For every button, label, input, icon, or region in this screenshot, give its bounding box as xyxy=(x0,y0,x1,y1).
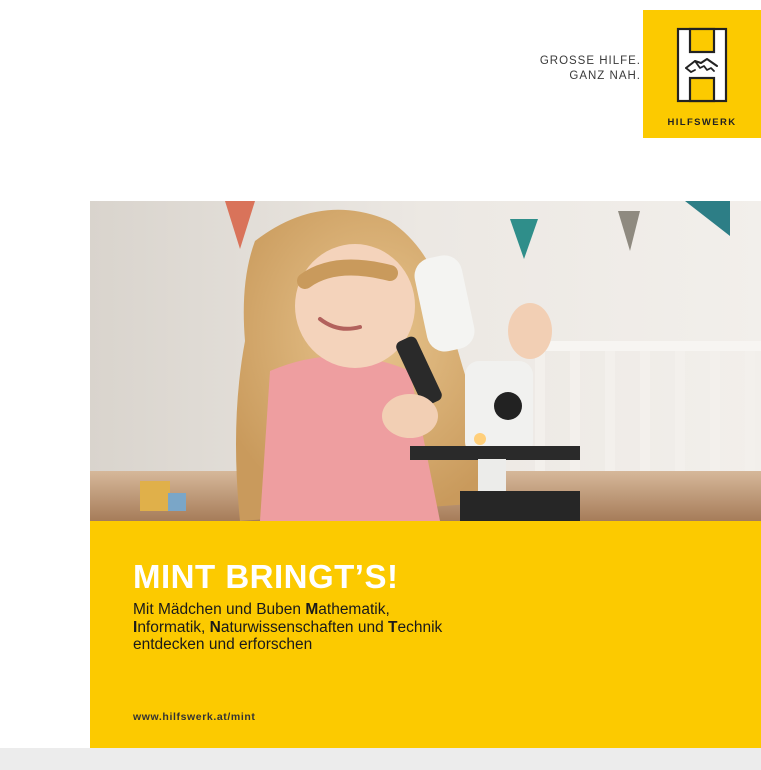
headline: MINT BRINGT’S! xyxy=(133,558,399,595)
girl-with-microscope-photo xyxy=(90,201,761,521)
tagline-line-2: GANZ NAH. xyxy=(569,70,641,82)
hilfswerk-logo[interactable]: HILFSWERK xyxy=(643,10,761,138)
tagline: GROSSE HILFE. GANZ NAH. xyxy=(540,54,641,84)
website-link[interactable]: www.hilfswerk.at/mint xyxy=(133,711,255,723)
description-text: Mit Mädchen und Buben xyxy=(133,601,306,618)
description-text: nformatik, xyxy=(137,618,210,636)
description-text: aturwissenschaften und xyxy=(220,618,389,636)
acronym-letter: N xyxy=(209,618,221,636)
description: Mit Mädchen und Buben Mathematik, Informa… xyxy=(133,601,442,654)
description-line-3: entdecken und erforschen xyxy=(133,636,442,654)
tagline-line-1: GROSSE HILFE. xyxy=(539,55,641,67)
acronym-letter: T xyxy=(388,618,398,636)
description-text: entdecken und erforschen xyxy=(133,636,313,653)
description-line-2: Informatik, Naturwissenschaften und Tech… xyxy=(133,619,442,637)
flyer-page: GROSSE HILFE. GANZ NAH. HILFSWERK MINT B… xyxy=(0,0,761,748)
description-text: echnik xyxy=(397,618,443,636)
info-panel: MINT BRINGT’S! Mit Mädchen und Buben Mat… xyxy=(90,521,761,748)
logo-wordmark: HILFSWERK xyxy=(667,117,737,128)
description-line-1: Mit Mädchen und Buben Mathematik, xyxy=(133,601,442,619)
acronym-letter: M xyxy=(305,601,319,618)
description-text: athematik, xyxy=(318,601,390,618)
